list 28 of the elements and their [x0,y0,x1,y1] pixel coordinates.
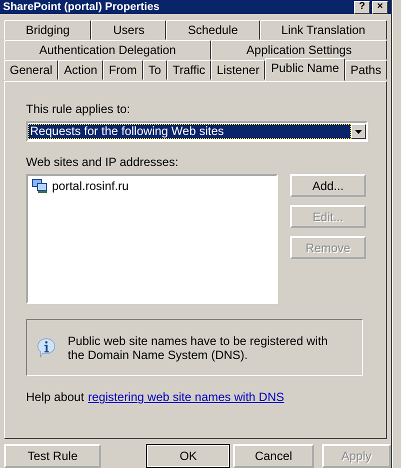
list-item[interactable]: portal.rosinf.ru [32,179,272,194]
tab[interactable]: Paths [344,60,387,80]
title-bar-button[interactable]: × [372,0,388,14]
field-label: Web sites and IP addresses: [26,155,180,170]
field-label: This rule applies to: [26,102,132,116]
rule-dropdown[interactable]: Requests for the following Web sites [26,121,368,142]
help-link[interactable]: registering web site names with DNS [88,390,284,404]
tab[interactable]: Action [58,60,104,80]
computers-icon [32,179,48,194]
help-text: Help about registering web site names with DNS [26,390,286,404]
tab[interactable]: Schedule [166,20,260,40]
tab[interactable]: From [103,60,143,80]
tab[interactable]: Bridging [4,20,92,40]
window-title: SharePoint (portal) Properties [3,1,160,14]
info-text: Public web site names have to be registered with the Domain Name System (DNS). [68,334,329,362]
tab[interactable]: Authentication Delegation [4,40,212,60]
tab[interactable]: Public Name [265,58,345,82]
tab[interactable]: Traffic [166,60,211,80]
dropdown-arrow-icon [355,130,362,134]
tab[interactable]: Users [91,20,166,40]
tab[interactable]: Link Translation [260,20,388,40]
title-bar-button[interactable]: ? [354,0,370,14]
dialog-button[interactable]: OK [146,444,230,468]
tab[interactable]: General [4,60,58,80]
dialog-button[interactable]: Cancel [233,444,314,468]
dialog-button[interactable]: Test Rule [4,444,102,468]
tab[interactable]: To [142,60,167,80]
side-button[interactable]: Add... [290,174,366,198]
